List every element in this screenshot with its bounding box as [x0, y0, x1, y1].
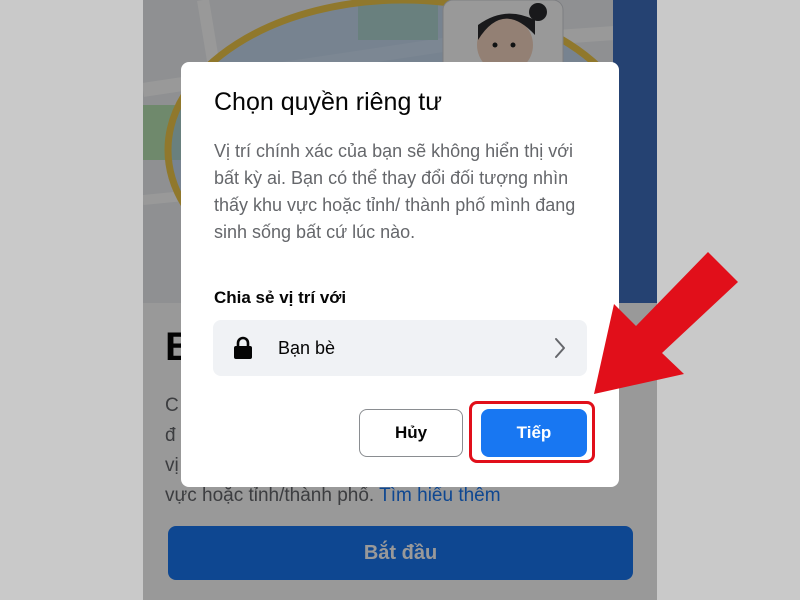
- cancel-button[interactable]: Hủy: [359, 409, 463, 457]
- audience-label: Bạn bè: [278, 338, 336, 358]
- red-arrow-icon: [594, 252, 738, 394]
- chevron-right-icon: [555, 338, 565, 358]
- next-button-highlight: [469, 401, 595, 463]
- lock-icon: [234, 336, 252, 359]
- share-location-label: Chia sẻ vị trí với: [214, 288, 347, 307]
- audience-selector[interactable]: Bạn bè: [213, 320, 587, 376]
- dialog-description: Vị trí chính xác của bạn sẽ không hiển t…: [214, 141, 576, 242]
- dialog-title: Chọn quyền riêng tư: [214, 88, 442, 116]
